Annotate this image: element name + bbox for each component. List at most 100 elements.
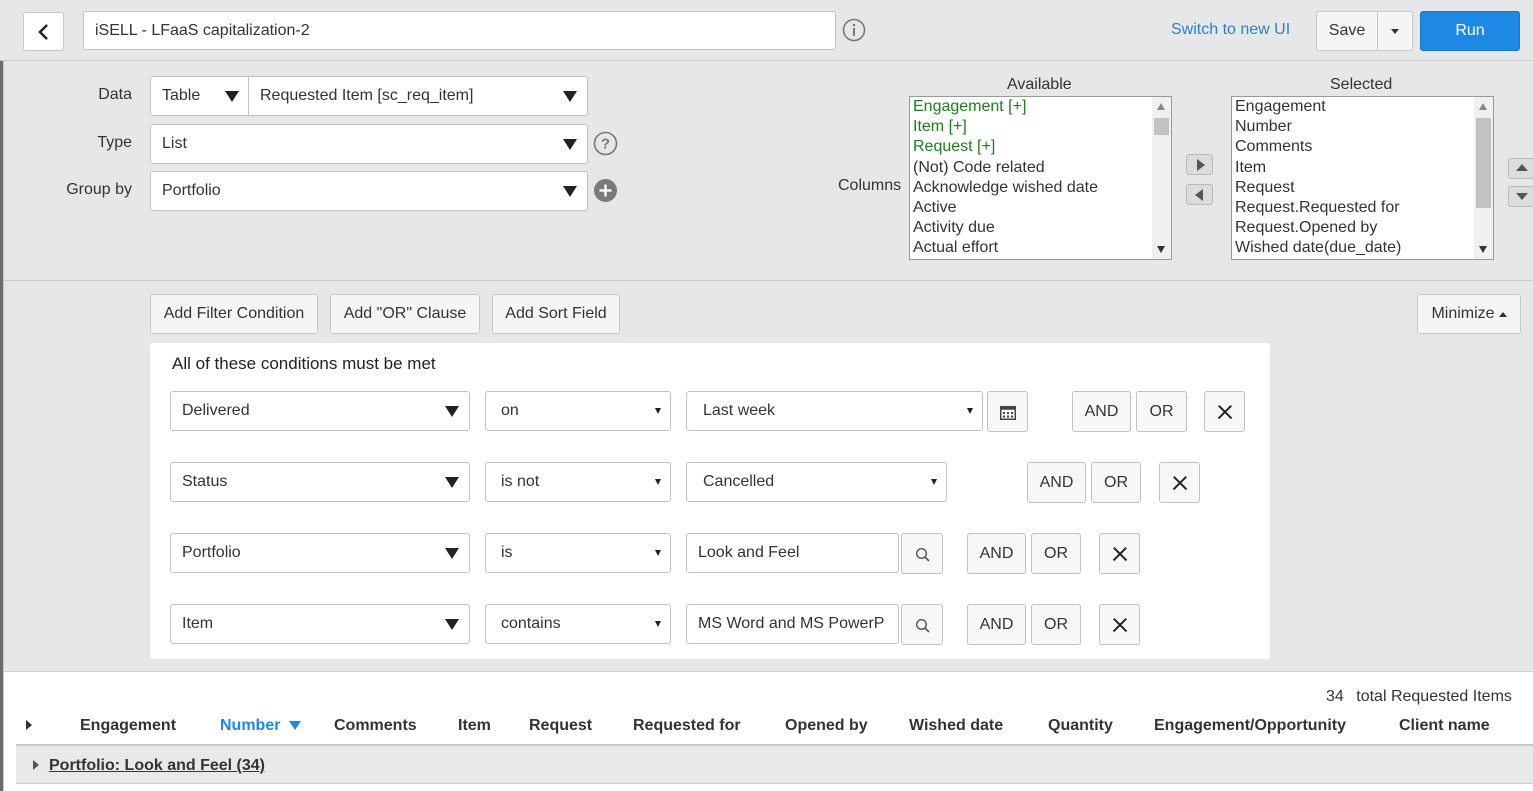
selected-column-option[interactable]: Request — [1235, 178, 1493, 198]
lookup-button[interactable] — [901, 604, 943, 645]
available-columns-list[interactable]: Engagement [+] Item [+] Request [+] (Not) C… — [909, 96, 1172, 260]
caret-down-icon — [445, 477, 459, 488]
or-button[interactable]: OR — [1136, 391, 1187, 432]
condition-field-select[interactable]: Portfolio — [170, 533, 470, 573]
condition-operator-value: is not — [501, 473, 540, 490]
selected-column-option[interactable]: Request.Requested for — [1235, 198, 1493, 218]
condition-field-select[interactable]: Item — [170, 604, 470, 644]
column-header-requested-for[interactable]: Requested for — [633, 717, 741, 735]
condition-value: Last week — [703, 402, 776, 419]
calendar-icon — [1000, 406, 1016, 420]
back-button[interactable] — [23, 12, 64, 51]
selected-column-option[interactable]: Request.Opened by — [1235, 218, 1493, 238]
column-header-client-name[interactable]: Client name — [1399, 717, 1490, 735]
column-header-opened-by[interactable]: Opened by — [785, 717, 868, 735]
condition-value-input[interactable]: MS Word and MS PowerP — [686, 604, 899, 644]
move-up-button[interactable] — [1508, 158, 1533, 179]
calendar-button[interactable] — [987, 391, 1028, 432]
condition-field-select[interactable]: Delivered — [170, 391, 470, 431]
scroll-thumb[interactable] — [1154, 118, 1169, 135]
remove-condition-button[interactable] — [1159, 462, 1200, 503]
caret-down-icon — [931, 479, 937, 485]
data-source-type-select[interactable]: Table — [150, 76, 250, 116]
column-header-engagement-opportunity[interactable]: Engagement/Opportunity — [1154, 717, 1346, 735]
selected-column-option[interactable]: Engagement — [1235, 97, 1493, 117]
condition-value: MS Word and MS PowerP — [698, 615, 885, 632]
remove-condition-button[interactable] — [1099, 604, 1140, 645]
selected-column-option[interactable]: Wished date(due_date) — [1235, 238, 1493, 258]
or-button[interactable]: OR — [1031, 604, 1081, 645]
switch-ui-link[interactable]: Switch to new UI — [1171, 21, 1290, 39]
selected-columns-list[interactable]: Engagement Number Comments Item Request Reque… — [1231, 96, 1494, 260]
and-button[interactable]: AND — [967, 533, 1026, 574]
type-select[interactable]: List — [150, 124, 588, 164]
column-header-quantity[interactable]: Quantity — [1048, 717, 1113, 735]
column-header-request[interactable]: Request — [529, 717, 592, 735]
help-icon[interactable]: ? — [593, 131, 618, 156]
or-button[interactable]: OR — [1091, 462, 1141, 503]
condition-value-select[interactable]: Last week — [686, 391, 983, 431]
condition-operator-value: on — [501, 402, 519, 419]
available-column-option[interactable]: Acknowledge wished date — [913, 178, 1171, 198]
remove-condition-button[interactable] — [1099, 533, 1140, 574]
and-button[interactable]: AND — [1072, 391, 1131, 432]
or-label: OR — [1044, 615, 1068, 633]
column-header-comments[interactable]: Comments — [334, 717, 417, 735]
available-column-option[interactable]: Engagement [+] — [913, 97, 1171, 117]
info-icon[interactable] — [842, 18, 866, 42]
save-button[interactable]: Save — [1316, 11, 1378, 51]
selected-column-option[interactable]: Number — [1235, 117, 1493, 137]
report-title-input[interactable]: iSELL - LFaaS capitalization-2 — [83, 11, 836, 50]
scroll-thumb[interactable] — [1476, 118, 1491, 208]
column-header-item[interactable]: Item — [458, 717, 491, 735]
condition-operator-select[interactable]: is not — [485, 462, 671, 502]
add-or-clause-button[interactable]: Add "OR" Clause — [330, 294, 480, 334]
save-options-button[interactable] — [1377, 11, 1413, 51]
caret-down-icon — [563, 186, 577, 197]
data-table-value: Requested Item [sc_req_item] — [260, 87, 474, 104]
and-button[interactable]: AND — [967, 604, 1026, 645]
column-header-engagement[interactable]: Engagement — [80, 717, 176, 735]
add-sort-label: Add Sort Field — [505, 305, 607, 322]
selected-scrollbar[interactable] — [1474, 97, 1493, 259]
available-column-option[interactable]: Active — [913, 198, 1171, 218]
condition-operator-select[interactable]: contains — [485, 604, 671, 644]
type-value: List — [162, 135, 187, 152]
selected-column-option[interactable]: Comments — [1235, 137, 1493, 157]
condition-operator-select[interactable]: on — [485, 391, 671, 431]
available-column-option[interactable]: Request [+] — [913, 137, 1171, 157]
groupby-select[interactable]: Portfolio — [150, 171, 588, 211]
available-column-option[interactable]: Actual effort — [913, 238, 1171, 258]
available-column-option[interactable]: Item [+] — [913, 117, 1171, 137]
or-button[interactable]: OR — [1031, 533, 1081, 574]
add-sort-field-button[interactable]: Add Sort Field — [492, 294, 620, 334]
add-filter-condition-button[interactable]: Add Filter Condition — [150, 294, 318, 334]
column-header-wished-date[interactable]: Wished date — [909, 717, 1003, 735]
selected-column-option[interactable]: Item — [1235, 158, 1493, 178]
group-link[interactable]: Portfolio: Look and Feel (34) — [49, 757, 265, 775]
data-table-select[interactable]: Requested Item [sc_req_item] — [248, 76, 588, 116]
condition-value-input[interactable]: Look and Feel — [686, 533, 899, 573]
group-expand-toggle[interactable] — [33, 760, 39, 770]
svg-text:?: ? — [601, 136, 610, 153]
and-button[interactable]: AND — [1027, 462, 1086, 503]
available-column-option[interactable]: Activity due — [913, 218, 1171, 238]
caret-down-icon — [655, 408, 661, 414]
column-header-number[interactable]: Number — [220, 717, 301, 735]
add-column-button[interactable] — [1186, 154, 1213, 175]
available-column-option[interactable]: (Not) Code related — [913, 158, 1171, 178]
data-source-type-value: Table — [162, 87, 201, 104]
condition-field-select[interactable]: Status — [170, 462, 470, 502]
condition-operator-select[interactable]: is — [485, 533, 671, 573]
minimize-button[interactable]: Minimize — [1417, 294, 1521, 334]
add-group-icon[interactable] — [593, 178, 618, 203]
remove-column-button[interactable] — [1186, 184, 1213, 205]
run-button[interactable]: Run — [1420, 11, 1520, 51]
section-divider — [4, 280, 1533, 281]
condition-value-select[interactable]: Cancelled — [686, 462, 947, 502]
available-scrollbar[interactable] — [1152, 97, 1171, 259]
remove-condition-button[interactable] — [1204, 391, 1245, 432]
expand-all-toggle[interactable] — [26, 720, 32, 730]
lookup-button[interactable] — [901, 533, 943, 574]
move-down-button[interactable] — [1508, 186, 1533, 207]
